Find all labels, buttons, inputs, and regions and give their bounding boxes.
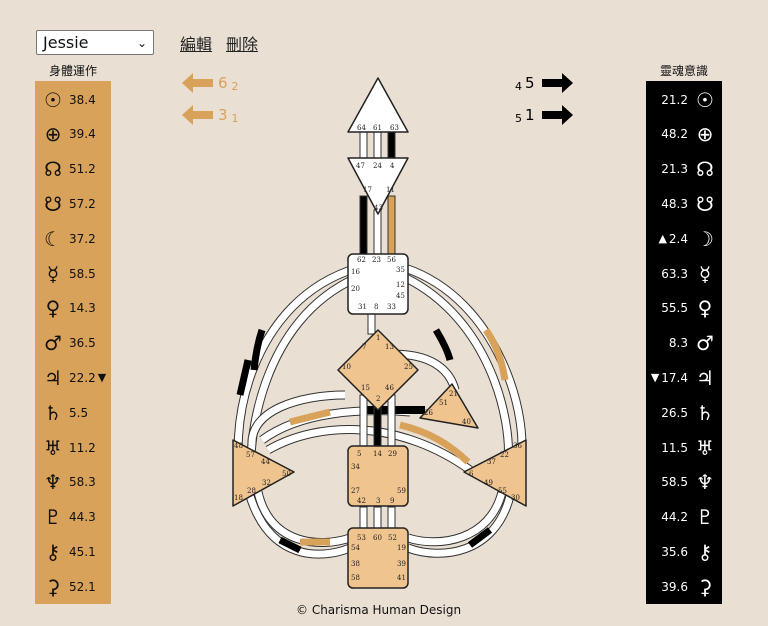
gate-label: 19 <box>397 544 406 552</box>
gate-label: 18 <box>234 494 243 502</box>
gate-label: 51 <box>439 399 448 407</box>
gate-label: 38 <box>351 560 360 568</box>
gate-label: 9 <box>390 497 394 505</box>
gate-label: 43 <box>374 204 383 212</box>
gate-label: 7 <box>362 343 366 351</box>
gate-label: 2 <box>376 395 380 403</box>
gate-label: 30 <box>511 494 520 502</box>
gate-label: 64 <box>357 124 366 132</box>
copyright-footer: © Charisma Human Design <box>296 603 462 617</box>
gate-label: 36 <box>513 442 522 450</box>
gate-label: 61 <box>373 124 382 132</box>
gate-label: 29 <box>388 450 397 458</box>
gate-label: 55 <box>498 487 507 495</box>
gate-label: 58 <box>351 574 360 582</box>
gate-label: 46 <box>385 384 394 392</box>
gate-label: 44 <box>261 458 270 466</box>
gate-label: 13 <box>385 343 394 351</box>
gate-label: 33 <box>387 303 396 311</box>
bodygraph: 64 61 63 47 24 4 17 11 43 62 23 56 16 35… <box>232 77 527 589</box>
gate-label: 39 <box>397 560 406 568</box>
gate-label: 54 <box>351 544 360 552</box>
gate-label: 31 <box>358 303 367 311</box>
gate-label: 15 <box>361 384 370 392</box>
gate-label: 20 <box>351 285 360 293</box>
gate-label: 25 <box>404 363 413 371</box>
gate-label: 47 <box>356 162 365 170</box>
gate-label: 1 <box>376 334 380 342</box>
gate-label: 27 <box>351 487 360 495</box>
gate-label: 5 <box>357 450 361 458</box>
gate-label: 59 <box>397 487 406 495</box>
gate-label: 12 <box>396 281 405 289</box>
gate-label: 41 <box>397 574 406 582</box>
gate-label: 42 <box>357 497 366 505</box>
gate-label: 48 <box>234 442 243 450</box>
gate-label: 26 <box>424 409 433 417</box>
gate-label: 3 <box>376 497 380 505</box>
gate-label: 40 <box>462 418 471 426</box>
gate-label: 35 <box>396 266 405 274</box>
gate-label: 37 <box>487 458 496 466</box>
gate-label: 56 <box>387 256 396 264</box>
gate-label: 21 <box>449 390 458 398</box>
gate-label: 62 <box>357 256 366 264</box>
gate-label: 22 <box>500 451 509 459</box>
gate-label: 63 <box>390 124 399 132</box>
gate-label: 49 <box>484 479 493 487</box>
gate-label: 6 <box>469 470 474 478</box>
gate-label: 4 <box>390 162 395 170</box>
gate-label: 8 <box>374 303 378 311</box>
gate-label: 24 <box>373 162 382 170</box>
gate-label: 45 <box>396 292 405 300</box>
gate-label: 53 <box>357 534 366 542</box>
gate-label: 34 <box>351 463 360 471</box>
gate-label: 17 <box>363 186 372 194</box>
gate-label: 16 <box>351 268 360 276</box>
gate-label: 50 <box>282 470 291 478</box>
gate-label: 57 <box>246 451 255 459</box>
gate-label: 11 <box>386 186 395 194</box>
gate-label: 10 <box>342 363 351 371</box>
gate-label: 14 <box>373 450 382 458</box>
gate-label: 52 <box>388 534 397 542</box>
gate-label: 23 <box>372 256 381 264</box>
gate-label: 32 <box>262 479 271 487</box>
gate-label: 28 <box>247 487 256 495</box>
gate-label: 60 <box>373 534 382 542</box>
